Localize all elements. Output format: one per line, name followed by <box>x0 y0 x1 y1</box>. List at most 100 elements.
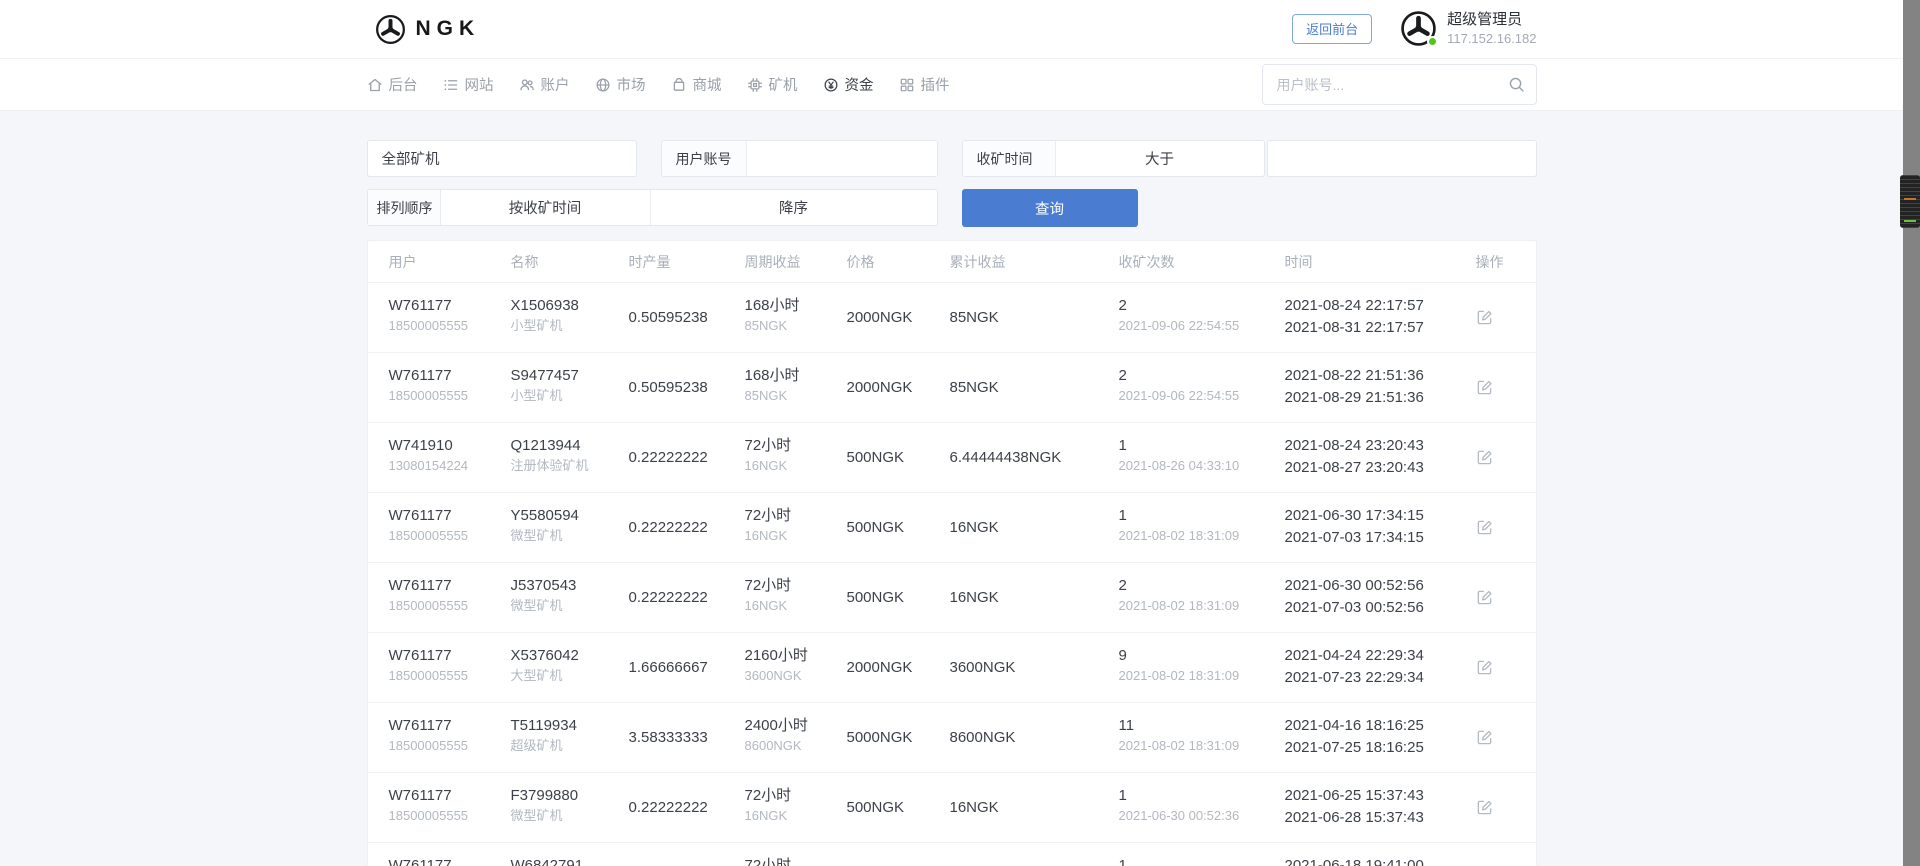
time-value-input[interactable] <box>1267 140 1537 177</box>
cell-period-profit: 168小时 85NGK <box>745 283 847 352</box>
col-name: 名称 <box>511 252 629 272</box>
nav-label: 网站 <box>465 74 494 95</box>
nav-item-plugins[interactable]: 插件 <box>899 74 950 95</box>
machine-type-value: 全部矿机 <box>382 148 440 169</box>
edit-button[interactable] <box>1476 309 1493 326</box>
account-input[interactable] <box>747 141 937 176</box>
list-icon <box>443 77 459 93</box>
cell-user: W761177 18500005555 <box>389 283 511 352</box>
cell-hourly-output: 0.50595238 <box>629 353 745 422</box>
table-row: W761177 18500005555 J5370543 微型矿机 0.2222… <box>368 563 1536 633</box>
edit-button[interactable] <box>1476 519 1493 536</box>
machine-type-select[interactable]: 全部矿机 <box>367 140 637 177</box>
table-row: W761177 18500005555 X5376042 大型矿机 1.6666… <box>368 633 1536 703</box>
main-navbar: 后台 网站 账户 市场 商城 <box>0 59 1903 111</box>
nav-label: 市场 <box>617 74 646 95</box>
nav-label: 资金 <box>845 74 874 95</box>
col-mine-count: 收矿次数 <box>1119 252 1285 272</box>
nav-item-website[interactable]: 网站 <box>443 74 494 95</box>
cell-period-profit: 2160小时 3600NGK <box>745 633 847 702</box>
cell-mine-count: 2 2021-09-06 22:54:55 <box>1119 283 1285 352</box>
cell-mine-count: 1 <box>1119 843 1285 866</box>
edit-button[interactable] <box>1476 449 1493 466</box>
ngk-logo-icon <box>375 14 406 45</box>
edit-button[interactable] <box>1476 589 1493 606</box>
back-to-front-button[interactable]: 返回前台 <box>1292 14 1372 44</box>
sort-label: 排列顺序 <box>368 190 441 225</box>
cell-price: 500NGK <box>847 563 950 632</box>
sort-direction-select[interactable]: 降序 <box>651 190 937 225</box>
filter-row-1: 全部矿机 用户账号 收矿时间 大于 <box>367 140 1537 177</box>
edit-button[interactable] <box>1476 799 1493 816</box>
cell-actions <box>1476 423 1515 492</box>
admin-ip: 117.152.16.182 <box>1447 31 1536 48</box>
cell-time: 2021-04-24 22:29:34 2021-07-23 22:29:34 <box>1285 633 1476 702</box>
admin-name: 超级管理员 <box>1447 10 1536 30</box>
cell-time: 2021-08-24 23:20:43 2021-08-27 23:20:43 <box>1285 423 1476 492</box>
account-label: 用户账号 <box>662 141 747 176</box>
cell-name: S9477457 小型矿机 <box>511 353 629 422</box>
bag-icon <box>671 77 687 93</box>
search-icon[interactable] <box>1508 76 1525 93</box>
cell-period-profit: 2400小时 8600NGK <box>745 703 847 772</box>
admin-profile[interactable]: 超级管理员 117.152.16.182 <box>1400 10 1536 47</box>
col-time: 时间 <box>1285 252 1476 272</box>
edit-square-icon <box>1476 729 1493 746</box>
cell-user: W761177 <box>389 843 511 866</box>
grid-icon <box>899 77 915 93</box>
page: NGK 返回前台 <box>0 0 1903 866</box>
col-actions: 操作 <box>1476 252 1515 272</box>
edit-button[interactable] <box>1476 729 1493 746</box>
nav-item-market[interactable]: 市场 <box>595 74 646 95</box>
cell-total-profit: 6.44444438NGK <box>950 423 1119 492</box>
sort-filter: 排列顺序 按收矿时间 降序 <box>367 189 938 226</box>
nav-label: 商城 <box>693 74 722 95</box>
edit-square-icon <box>1476 799 1493 816</box>
nav-item-funds[interactable]: 资金 <box>823 74 874 95</box>
cell-actions <box>1476 353 1515 422</box>
cell-period-profit: 72小时 16NGK <box>745 423 847 492</box>
cell-period-profit: 168小时 85NGK <box>745 353 847 422</box>
cell-hourly-output: 0.22222222 <box>629 493 745 562</box>
users-icon <box>519 77 535 93</box>
cell-actions <box>1476 563 1515 632</box>
time-operator-select[interactable]: 大于 <box>1056 141 1264 176</box>
cell-actions <box>1476 773 1515 842</box>
cell-time: 2021-06-30 00:52:56 2021-07-03 00:52:56 <box>1285 563 1476 632</box>
cell-name: X5376042 大型矿机 <box>511 633 629 702</box>
nav-item-accounts[interactable]: 账户 <box>519 74 570 95</box>
scrollbar-thumb[interactable] <box>1900 175 1903 228</box>
table-row: W761177 18500005555 Y5580594 微型矿机 0.2222… <box>368 493 1536 563</box>
cell-user: W761177 18500005555 <box>389 773 511 842</box>
cell-name: J5370543 微型矿机 <box>511 563 629 632</box>
nav-item-mall[interactable]: 商城 <box>671 74 722 95</box>
table-row: W741910 13080154224 Q1213944 注册体验矿机 0.22… <box>368 423 1536 493</box>
cell-time: 2021-06-25 15:37:43 2021-06-28 15:37:43 <box>1285 773 1476 842</box>
nav-label: 矿机 <box>769 74 798 95</box>
edit-button[interactable] <box>1476 379 1493 396</box>
cell-name: T5119934 超级矿机 <box>511 703 629 772</box>
cell-actions <box>1476 633 1515 702</box>
mine-time-filter: 收矿时间 大于 <box>962 140 1265 177</box>
nav-item-dashboard[interactable]: 后台 <box>367 74 418 95</box>
cell-mine-count: 11 2021-08-02 18:31:09 <box>1119 703 1285 772</box>
search-input[interactable] <box>1262 64 1537 105</box>
edit-square-icon <box>1476 659 1493 676</box>
cpu-icon <box>747 77 763 93</box>
home-icon <box>367 77 383 93</box>
cell-time: 2021-08-22 21:51:36 2021-08-29 21:51:36 <box>1285 353 1476 422</box>
table-row: W761177 18500005555 S9477457 小型矿机 0.5059… <box>368 353 1536 423</box>
cell-user: W741910 13080154224 <box>389 423 511 492</box>
table-header: 用户 名称 时产量 周期收益 价格 累计收益 收矿次数 时间 操作 <box>368 241 1536 283</box>
nav-item-miners[interactable]: 矿机 <box>747 74 798 95</box>
edit-button[interactable] <box>1476 659 1493 676</box>
cell-name: X1506938 小型矿机 <box>511 283 629 352</box>
cell-mine-count: 1 2021-06-30 00:52:36 <box>1119 773 1285 842</box>
col-period-profit: 周期收益 <box>745 252 847 272</box>
cell-price: 500NGK <box>847 493 950 562</box>
cell-period-profit: 72小时 16NGK <box>745 773 847 842</box>
cell-time: 2021-08-24 22:17:57 2021-08-31 22:17:57 <box>1285 283 1476 352</box>
sort-field-select[interactable]: 按收矿时间 <box>441 190 651 225</box>
cell-actions <box>1476 283 1515 352</box>
query-button[interactable]: 查询 <box>962 189 1138 227</box>
